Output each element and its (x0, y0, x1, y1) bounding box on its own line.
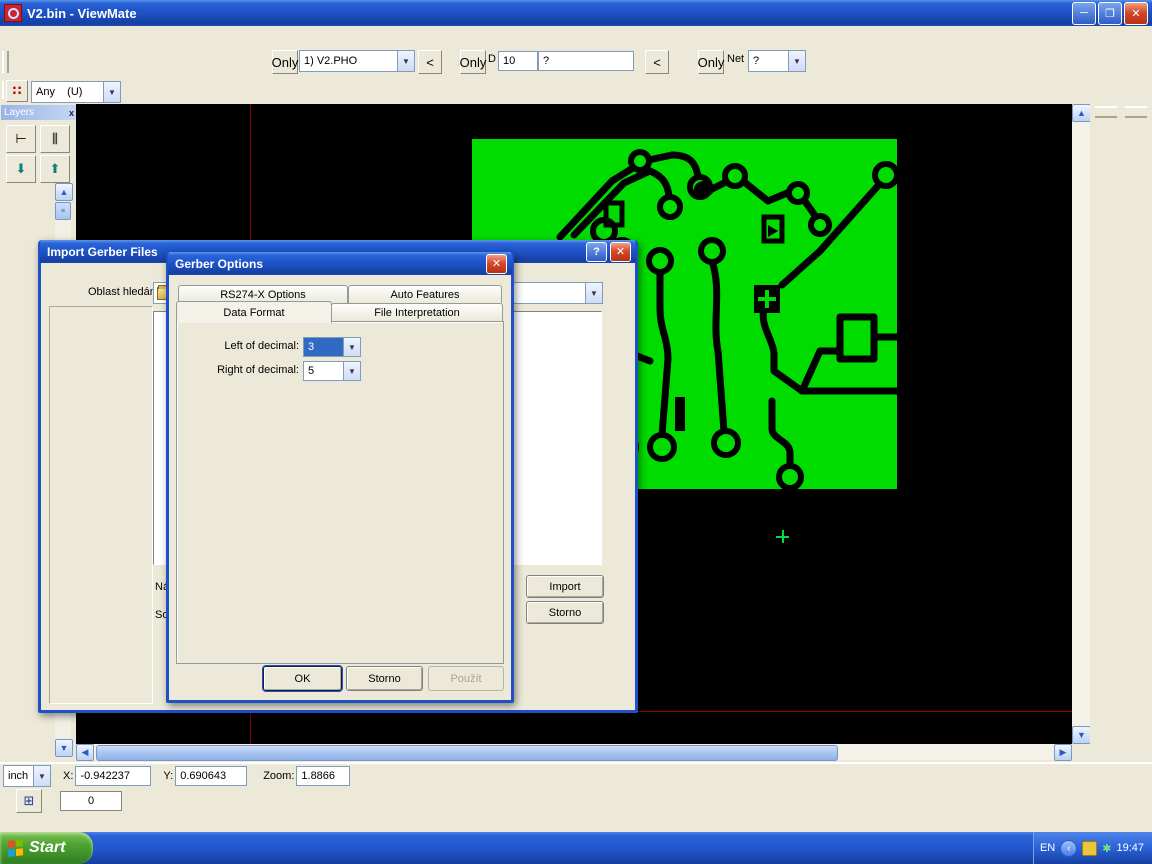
only-layer-button[interactable]: Only (272, 50, 298, 74)
dcode-filter-input[interactable]: ? (538, 51, 634, 71)
close-icon[interactable]: ✕ (610, 242, 631, 262)
chevron-down-icon[interactable]: ▼ (397, 51, 414, 71)
layer-prev-button[interactable]: < (418, 50, 442, 74)
palette-grip[interactable] (1125, 106, 1147, 118)
horizontal-scrollbar[interactable]: ◀ ▶ (76, 744, 1072, 760)
layer-up-button[interactable]: ⬆ (40, 155, 70, 183)
options-dialog-titlebar[interactable]: Gerber Options ✕ (168, 252, 512, 275)
minimize-button[interactable]: ─ (1072, 2, 1096, 25)
system-tray: EN ‹ ✱ 19:47 (1033, 832, 1152, 864)
menu-bar (0, 26, 1152, 46)
layer-dock-button[interactable]: ⊢ (6, 125, 36, 153)
taskbar: Start EN ‹ ✱ 19:47 (0, 832, 1152, 864)
language-indicator[interactable]: EN (1040, 842, 1055, 854)
window-title: V2.bin - ViewMate (27, 6, 137, 21)
left-decimal-combo[interactable]: 3 ▼ (303, 337, 361, 357)
tool-palette (1090, 104, 1152, 760)
close-button[interactable]: ✕ (1124, 2, 1148, 25)
chevron-down-icon[interactable]: ▼ (343, 338, 360, 356)
import-dialog-title: Import Gerber Files (47, 245, 158, 259)
gerber-options-dialog: Gerber Options ✕ RS274-X Options Auto Fe… (166, 252, 514, 703)
layer-list-button[interactable]: ⫼ (40, 125, 70, 153)
close-icon[interactable]: ✕ (486, 254, 507, 274)
y-label: Y: (163, 770, 173, 782)
selection-toolbar: ∷ Any (U)▼ (0, 78, 1152, 105)
tray-green-icon[interactable]: ✱ (1102, 842, 1111, 855)
toolbar-grip[interactable] (2, 51, 9, 73)
zoom-label: Zoom: (263, 770, 294, 782)
ok-button[interactable]: OK (263, 666, 342, 691)
close-icon[interactable]: x (69, 108, 74, 118)
chevron-down-icon[interactable]: ▼ (788, 51, 805, 71)
scroll-right-icon[interactable]: ▶ (1054, 744, 1072, 761)
tab-data-format[interactable]: Data Format (176, 301, 332, 323)
tab-file-interpretation[interactable]: File Interpretation (331, 303, 503, 321)
chevron-down-icon[interactable]: ▼ (585, 283, 602, 303)
status-bar-coordinates: inch▼ X: -0.942237 Y: 0.690643 Zoom: 1.8… (0, 762, 1152, 788)
options-dialog-title: Gerber Options (175, 257, 263, 271)
only-net-button[interactable]: Only (698, 50, 724, 74)
zoom-value-input[interactable]: 1.8866 (296, 766, 350, 786)
left-decimal-label: Left of decimal: (199, 340, 299, 352)
chevron-down-icon[interactable]: ▼ (343, 362, 360, 380)
right-decimal-label: Right of decimal: (191, 364, 299, 376)
places-bar (49, 306, 153, 704)
item-type-combo[interactable]: Any (U)▼ (31, 81, 121, 103)
y-coordinate-value: 0.690643 (175, 766, 247, 786)
look-in-label: Oblast hledání: (88, 286, 162, 298)
apply-button[interactable]: Použít (428, 666, 504, 691)
pattern-select-button[interactable]: ∷ (6, 80, 28, 102)
layers-panel-title: Layers (4, 107, 34, 118)
title-bar: V2.bin - ViewMate ─ ❐ ✕ (0, 0, 1152, 26)
scroll-left-icon[interactable]: ◀ (76, 744, 94, 761)
import-cancel-button[interactable]: Storno (526, 601, 604, 624)
tray-app-icon[interactable] (1082, 841, 1097, 856)
layers-panel-titlebar[interactable]: Layers x (1, 105, 76, 120)
scroll-up-icon[interactable]: ▲ (55, 183, 73, 201)
unit-combo[interactable]: inch▼ (3, 765, 51, 787)
scroll-down-icon[interactable]: ▼ (1072, 726, 1091, 744)
chevron-down-icon[interactable]: ▼ (33, 766, 50, 786)
import-button[interactable]: Import (526, 575, 604, 598)
start-button[interactable]: Start (0, 832, 93, 864)
app-icon (4, 4, 22, 22)
layer-combo[interactable]: 1) V2.PHO▼ (299, 50, 415, 72)
scroll-down-icon[interactable]: ▼ (55, 739, 73, 757)
scroll-up-icon[interactable]: ▲ (1072, 104, 1091, 122)
restore-button[interactable]: ❐ (1098, 2, 1122, 25)
net-label: Net (727, 53, 744, 65)
x-coordinate-value: -0.942237 (75, 766, 151, 786)
right-decimal-combo[interactable]: 5 ▼ (303, 361, 361, 381)
cursor-cross-marker (776, 530, 789, 543)
help-icon[interactable]: ? (586, 242, 607, 262)
only-dcode-button[interactable]: Only (460, 50, 486, 74)
tab-auto-features[interactable]: Auto Features (348, 285, 502, 303)
x-label: X: (63, 770, 73, 782)
options-cancel-button[interactable]: Storno (346, 666, 423, 691)
dcode-input[interactable]: 10 (498, 51, 538, 71)
net-combo[interactable]: ?▼ (748, 50, 806, 72)
palette-grip[interactable] (1095, 106, 1117, 118)
quad-window-icon[interactable]: ⊞ (16, 789, 42, 813)
dcode-label: D (488, 53, 496, 65)
scrollbar-thumb[interactable] (96, 745, 838, 761)
viewmate-window: V2.bin - ViewMate ─ ❐ ✕ Only 1) V2.PHO▼ … (0, 0, 1152, 864)
layer-down-button[interactable]: ⬇ (6, 155, 36, 183)
tray-chevron-icon[interactable]: ‹ (1060, 840, 1077, 857)
taskbar-clock: 19:47 (1116, 842, 1144, 854)
windows-logo-icon (8, 839, 24, 857)
status-bar-tools: ⊞ 0 (0, 788, 1152, 814)
dcode-prev-button[interactable]: < (645, 50, 669, 74)
vertical-scrollbar[interactable]: ▲ ▼ (1072, 104, 1090, 744)
selection-count: 0 (60, 791, 122, 811)
chevron-down-icon[interactable]: ▼ (103, 82, 120, 102)
main-toolbar: Only 1) V2.PHO▼ < Only D 10 ? < Only Net… (0, 45, 1152, 78)
